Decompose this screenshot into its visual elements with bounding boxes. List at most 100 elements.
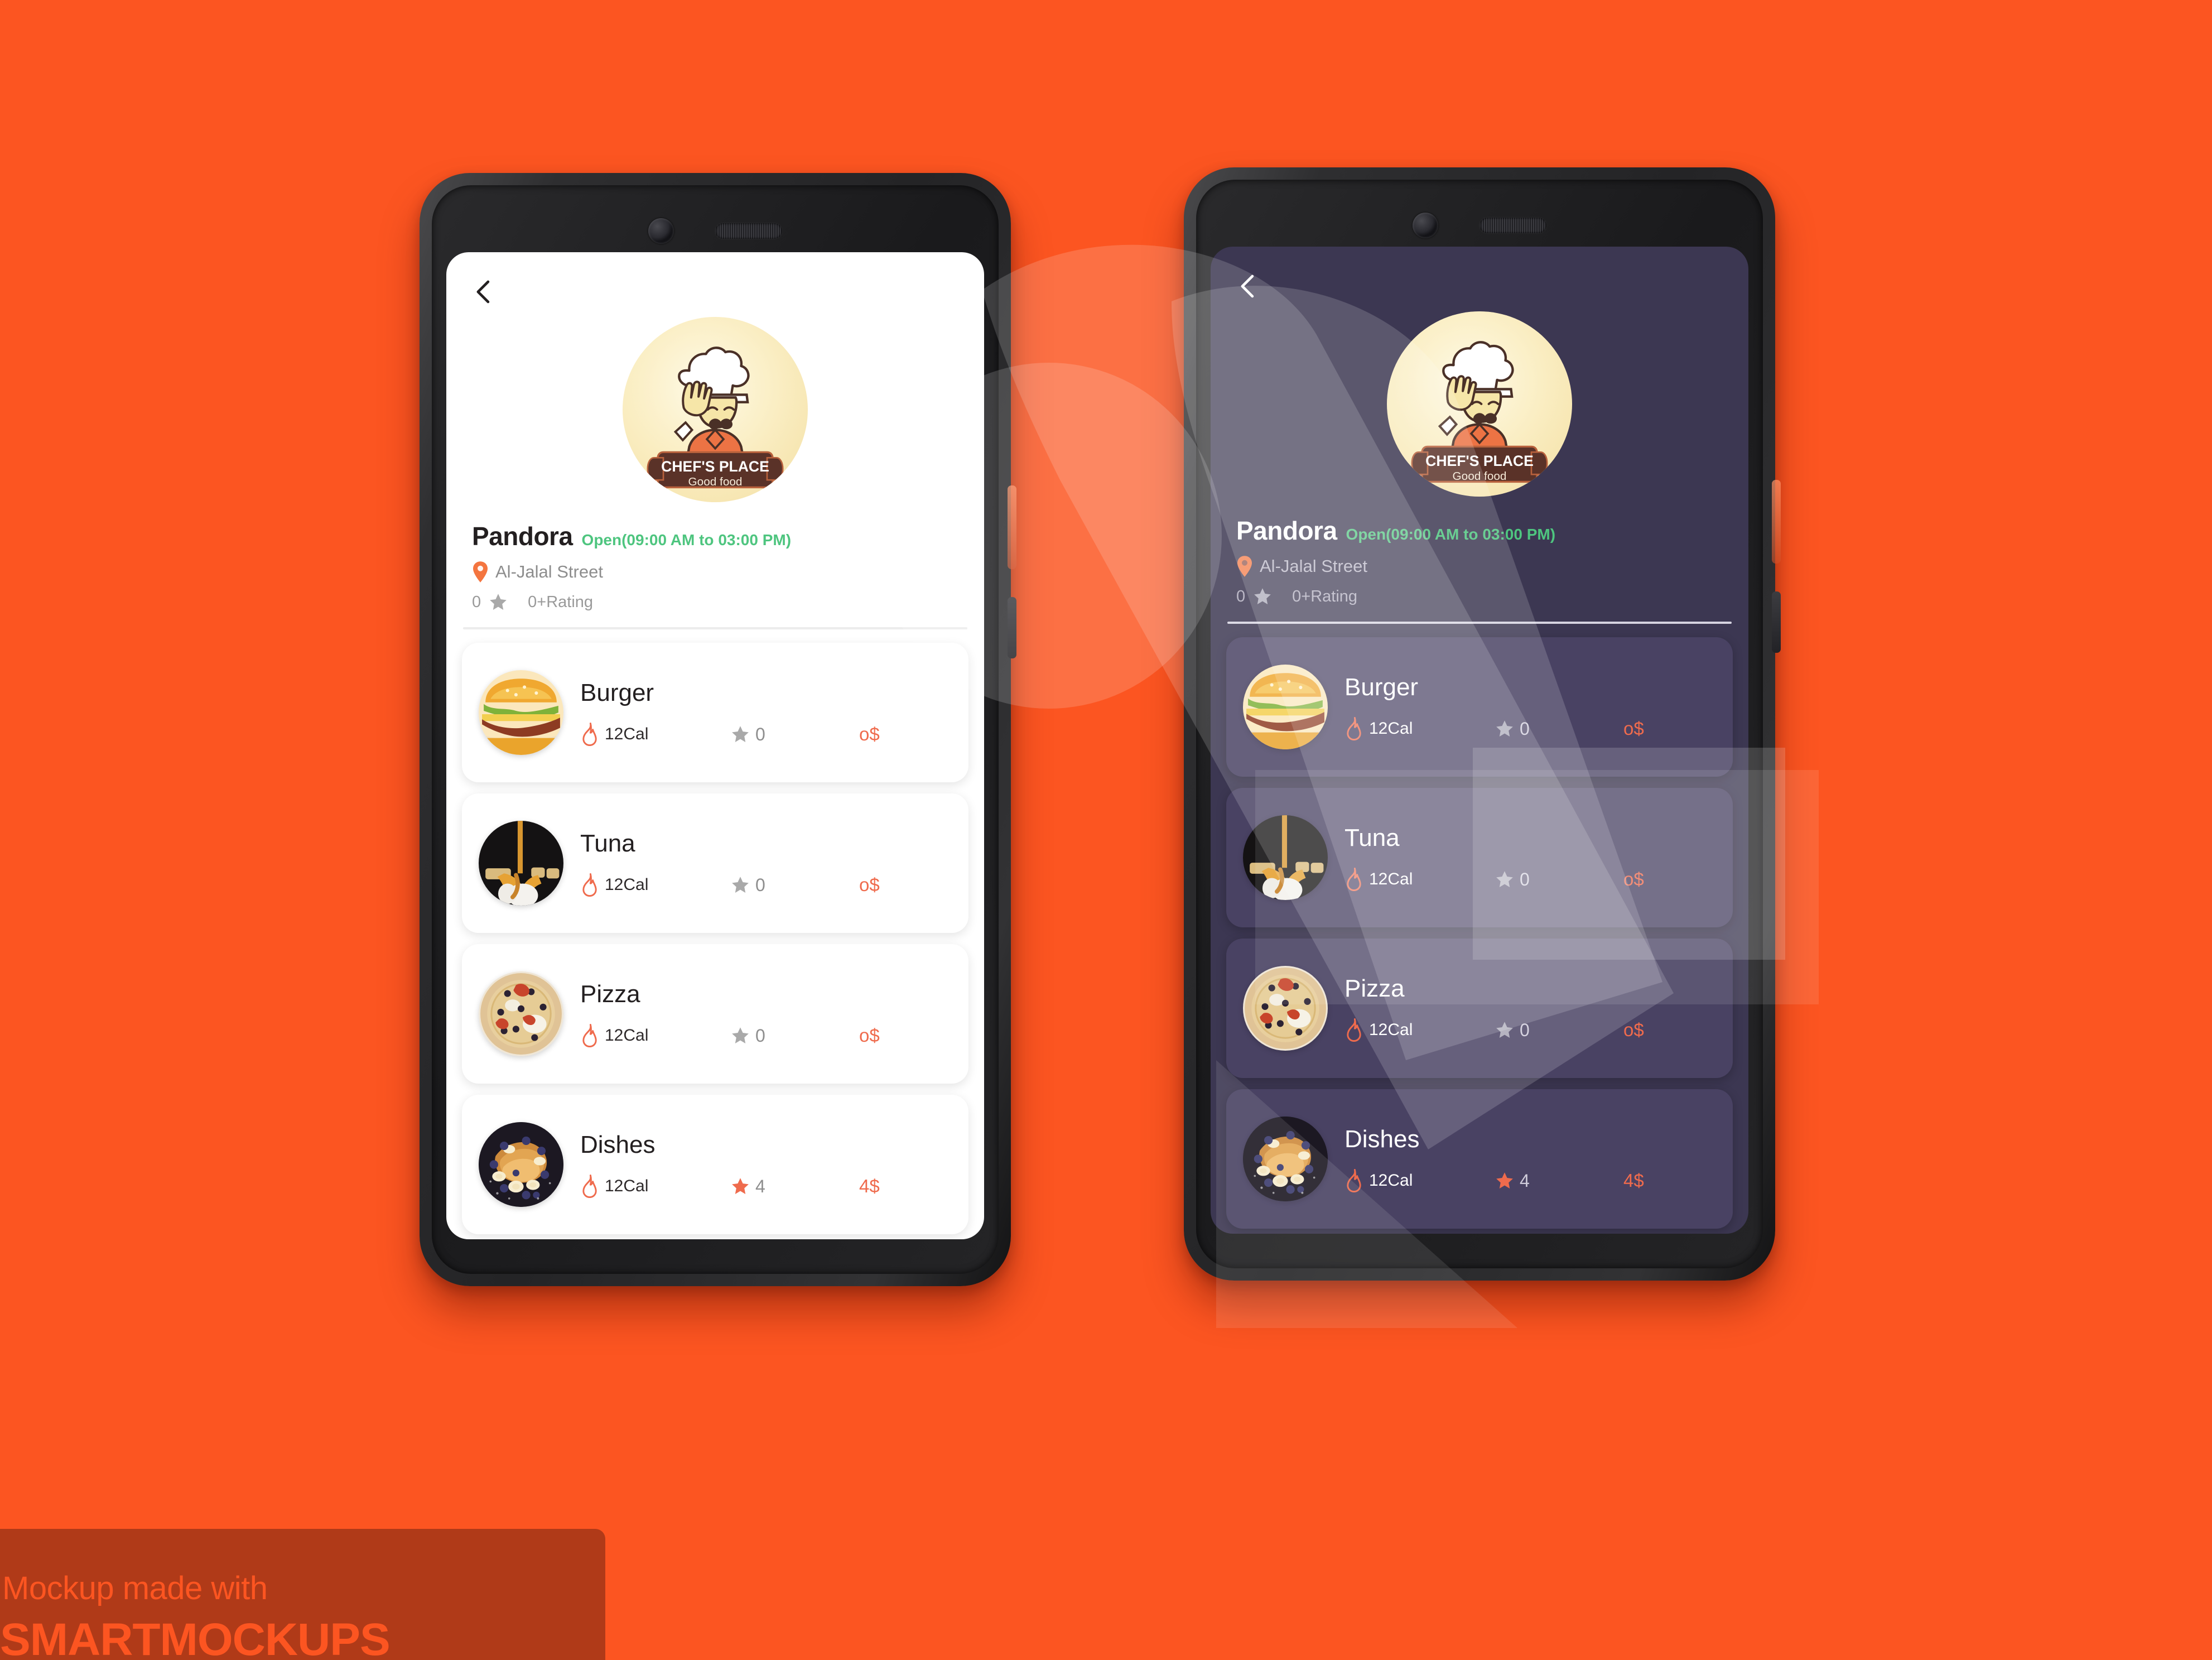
rating-row: 0 0+Rating (472, 593, 958, 612)
tuna-thumbnail (479, 821, 563, 906)
svg-text:Good food: Good food (688, 475, 743, 488)
menu-item-body: Tuna 12Cal 0 o$ (580, 830, 952, 897)
menu-item-meta: 12Cal 0 o$ (1344, 868, 1716, 891)
menu-item-meta: 12Cal 4 4$ (1344, 1169, 1716, 1192)
menu-item-card[interactable]: Burger 12Cal 0 o$ (1226, 637, 1733, 777)
calorie-info: 12Cal (1344, 717, 1495, 740)
menu-item-name: Pizza (580, 980, 640, 1008)
menu-item-card[interactable]: Tuna 12Cal 0 o$ (1226, 788, 1733, 927)
star-icon (1496, 720, 1513, 737)
rating-label: 0+Rating (528, 593, 594, 611)
phone-bezel-top (1211, 204, 1748, 247)
calorie-info: 12Cal (580, 1024, 731, 1047)
address-row: Al-Jalal Street (1236, 556, 1723, 577)
address-row: Al-Jalal Street (472, 561, 958, 583)
flame-icon (582, 1024, 597, 1047)
star-icon (732, 726, 749, 743)
restaurant-address: Al-Jalal Street (1260, 556, 1367, 576)
item-rating: 0 (731, 1026, 859, 1046)
menu-list-dark[interactable]: Burger 12Cal 0 o$ Tuna 12Cal 0 o$ Pizza … (1211, 624, 1748, 1234)
item-rating-value: 0 (755, 874, 765, 895)
volume-button[interactable] (1772, 591, 1781, 653)
burger-thumbnail (479, 670, 563, 755)
restaurant-info: Pandora Open(09:00 AM to 03:00 PM) Al-Ja… (446, 502, 984, 612)
item-rating: 0 (731, 875, 859, 896)
watermark-line-2: SMARTMOCKUPS (0, 1614, 391, 1660)
volume-button[interactable] (1008, 597, 1016, 658)
item-price: 4$ (859, 1176, 880, 1196)
menu-item-meta: 12Cal 0 o$ (580, 723, 952, 746)
rating-row: 0 0+Rating (1236, 587, 1723, 606)
dishes-thumbnail (1243, 1117, 1328, 1201)
menu-item-card[interactable]: Tuna 12Cal 0 o$ (462, 793, 968, 933)
item-rating-value: 4 (1520, 1170, 1530, 1191)
calorie-info: 12Cal (580, 873, 731, 897)
restaurant-name: Pandora (472, 522, 573, 551)
calorie-value: 12Cal (1369, 870, 1413, 888)
power-button[interactable] (1008, 485, 1016, 569)
location-pin-icon (473, 561, 488, 583)
menu-item-meta: 12Cal 0 o$ (580, 1024, 952, 1047)
calorie-info: 12Cal (1344, 868, 1495, 891)
menu-item-name: Pizza (1344, 975, 1405, 1002)
restaurant-name-row: Pandora Open(09:00 AM to 03:00 PM) (472, 521, 958, 551)
menu-item-body: Burger 12Cal 0 o$ (1344, 673, 1716, 740)
svg-text:Good food: Good food (1453, 470, 1507, 483)
menu-item-card[interactable]: Pizza 12Cal 0 o$ (462, 944, 968, 1084)
item-rating-value: 0 (1520, 1019, 1530, 1040)
restaurant-logo-wrap: CHEF'S PLACE Good food (1211, 307, 1748, 497)
item-price: 4$ (1623, 1170, 1644, 1191)
watermark-line-1: Mockup made with (2, 1570, 268, 1606)
item-rating: 0 (731, 724, 859, 745)
item-rating-value: 0 (755, 724, 765, 744)
menu-item-body: Tuna 12Cal 0 o$ (1344, 824, 1716, 891)
svg-text:CHEF'S PLACE: CHEF'S PLACE (661, 458, 769, 475)
flame-icon (1347, 1169, 1361, 1192)
item-rating: 0 (1495, 1020, 1623, 1041)
phone-body: CHEF'S PLACE Good food Pandora Open(09:0… (432, 185, 999, 1274)
rating-label: 0+Rating (1292, 587, 1358, 605)
star-icon (1496, 871, 1513, 888)
menu-item-body: Dishes 12Cal 4 4$ (580, 1131, 952, 1198)
menu-item-card[interactable]: Dishes 12Cal 4 4$ (1226, 1089, 1733, 1229)
top-bar (446, 252, 984, 312)
back-chevron-icon[interactable] (469, 277, 499, 307)
star-icon (1496, 1172, 1513, 1189)
menu-item-card[interactable]: Pizza 12Cal 0 o$ (1226, 939, 1733, 1078)
pizza-thumbnail (1243, 966, 1328, 1051)
phone-screen: CHEF'S PLACE Good food Pandora Open(09:0… (1211, 247, 1748, 1234)
menu-item-card[interactable]: Burger 12Cal 0 o$ (462, 643, 968, 782)
location-pin-icon (1237, 556, 1252, 577)
calorie-info: 12Cal (1344, 1018, 1495, 1042)
back-chevron-icon[interactable] (1233, 271, 1263, 301)
power-button[interactable] (1772, 480, 1781, 564)
dishes-thumbnail (479, 1122, 563, 1207)
menu-item-name: Dishes (1344, 1125, 1420, 1153)
calorie-value: 12Cal (1369, 719, 1413, 738)
calorie-value: 12Cal (605, 1177, 649, 1195)
tuna-thumbnail (1243, 815, 1328, 900)
flame-icon (1347, 1018, 1361, 1042)
dark-theme-phone: CHEF'S PLACE Good food Pandora Open(09:0… (1184, 167, 1781, 1281)
star-icon (1496, 1022, 1513, 1038)
smartmockups-badge: Mockup made with SMARTMOCKUPS (0, 1529, 605, 1660)
menu-item-meta: 12Cal 0 o$ (1344, 1018, 1716, 1042)
flame-icon (582, 723, 597, 746)
phone-body: CHEF'S PLACE Good food Pandora Open(09:0… (1196, 180, 1763, 1268)
phone-bezel-top (446, 210, 984, 252)
menu-list-light[interactable]: Burger 12Cal 0 o$ Tuna 12Cal 0 o$ Pizza … (446, 629, 984, 1239)
front-camera-icon (1413, 213, 1438, 238)
menu-item-name: Tuna (1344, 824, 1400, 851)
dishes-thumbnail (1243, 1117, 1328, 1201)
menu-item-card[interactable]: Dishes 12Cal 4 4$ (462, 1095, 968, 1234)
tuna-thumbnail (1243, 815, 1328, 900)
rating-value: 0 (1236, 587, 1246, 605)
smartmockups-watermark-overlay (0, 0, 2212, 1660)
restaurant-name: Pandora (1236, 516, 1337, 545)
restaurant-detail-screen-dark: CHEF'S PLACE Good food Pandora Open(09:0… (1211, 247, 1748, 1234)
calorie-info: 12Cal (1344, 1169, 1495, 1192)
restaurant-address: Al-Jalal Street (495, 562, 603, 581)
flame-icon (582, 1175, 597, 1198)
item-rating: 4 (731, 1176, 859, 1197)
opening-hours: Open(09:00 AM to 03:00 PM) (1346, 526, 1556, 543)
